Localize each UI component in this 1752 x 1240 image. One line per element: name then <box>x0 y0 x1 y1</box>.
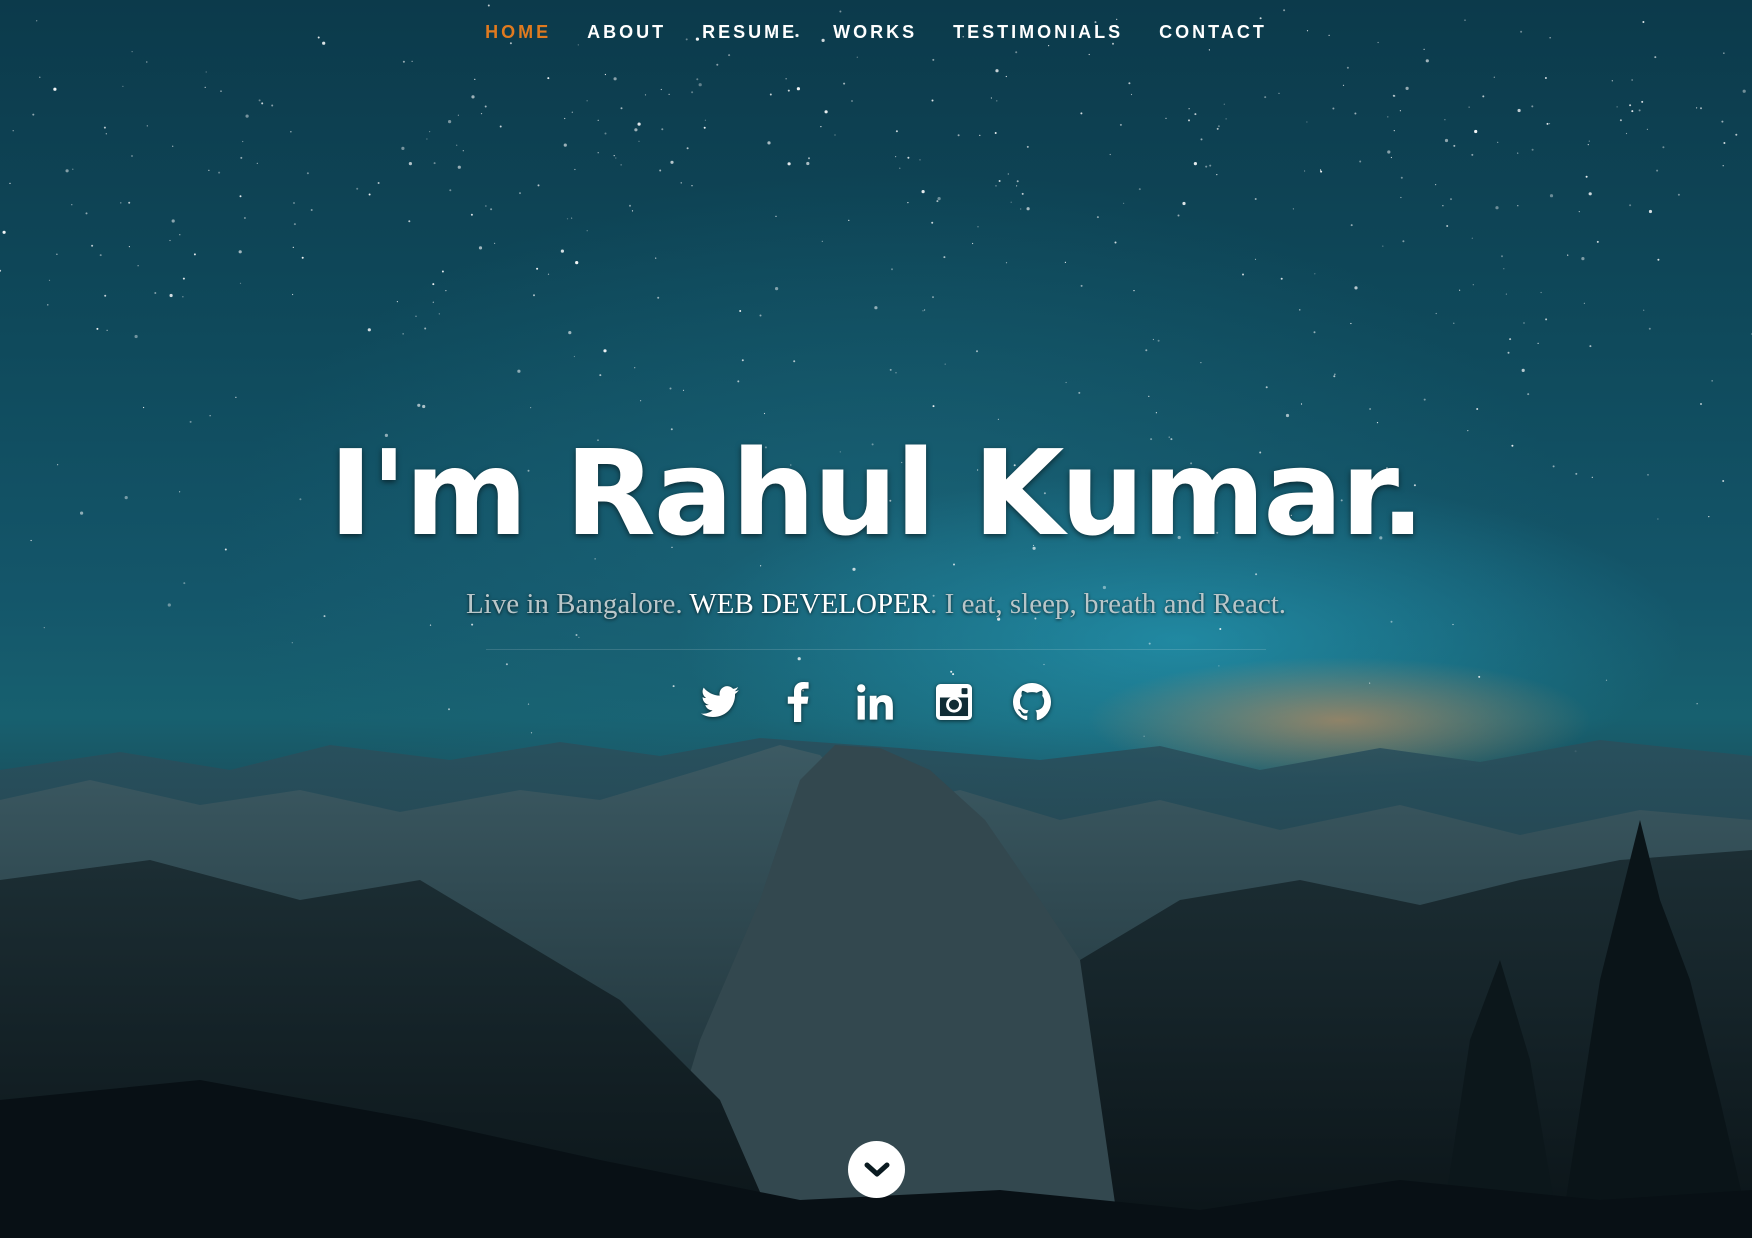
tagline: Live in Bangalore. WEB DEVELOPER. I eat,… <box>0 588 1752 621</box>
chevron-down-icon <box>864 1162 889 1176</box>
github-link[interactable] <box>1010 680 1054 724</box>
banner: I'm Rahul Kumar. Live in Bangalore. WEB … <box>0 420 1752 724</box>
divider <box>486 649 1266 650</box>
twitter-icon <box>701 686 739 718</box>
instagram-link[interactable] <box>932 680 976 724</box>
twitter-link[interactable] <box>698 680 742 724</box>
main-nav: HOME ABOUT RESUME WORKS TESTIMONIALS CON… <box>0 0 1752 64</box>
nav-home[interactable]: HOME <box>467 0 569 64</box>
hero-background: HOME ABOUT RESUME WORKS TESTIMONIALS CON… <box>0 0 1752 1238</box>
nav-about[interactable]: ABOUT <box>569 0 684 64</box>
nav-works[interactable]: WORKS <box>815 0 935 64</box>
facebook-link[interactable] <box>776 680 820 724</box>
facebook-icon <box>787 682 809 722</box>
scroll-down-button[interactable] <box>848 1141 905 1198</box>
tagline-motto: . I eat, sleep, breath and React. <box>930 588 1287 620</box>
social-links <box>0 680 1752 724</box>
tagline-role: WEB DEVELOPER <box>689 588 931 620</box>
linkedin-icon <box>857 684 893 720</box>
instagram-icon <box>936 684 972 720</box>
github-icon <box>1013 683 1051 721</box>
headline: I'm Rahul Kumar. <box>328 424 1425 562</box>
nav-contact[interactable]: CONTACT <box>1141 0 1285 64</box>
nav-resume[interactable]: RESUME <box>684 0 815 64</box>
linkedin-link[interactable] <box>854 680 898 724</box>
tagline-location: Live in Bangalore. <box>465 588 690 620</box>
nav-testimonials[interactable]: TESTIMONIALS <box>935 0 1141 64</box>
